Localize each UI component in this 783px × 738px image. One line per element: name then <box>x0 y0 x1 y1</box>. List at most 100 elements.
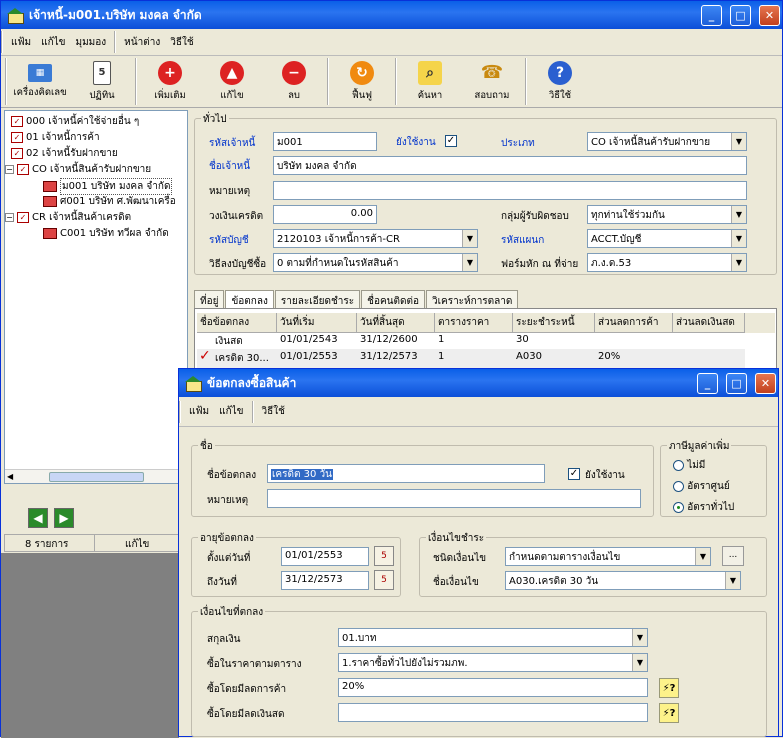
chevron-down-icon[interactable]: ▼ <box>731 133 746 150</box>
tree-item-02[interactable]: ✓ 02 เจ้าหนี้รับฝากขาย <box>11 146 118 161</box>
dialog-menu-file[interactable]: แฟ้ม <box>189 404 209 419</box>
col-trade-disc[interactable]: ส่วนลดการค้า <box>595 313 673 333</box>
tree-item-c001[interactable]: C001 บริษัท ทวีผล จำกัด <box>43 226 169 241</box>
inquiry-button[interactable]: ☎ สอบถาม <box>461 58 523 105</box>
lookup-icon[interactable]: ⚡? <box>659 703 679 723</box>
col-price-table[interactable]: ตารางราคา <box>435 313 513 333</box>
dialog-close-button[interactable]: ✕ <box>755 372 776 394</box>
chevron-down-icon[interactable]: ▼ <box>731 206 746 223</box>
cash-disc-field[interactable] <box>338 703 648 722</box>
currency-select[interactable]: 01.บาท ▼ <box>338 628 648 647</box>
chevron-down-icon[interactable]: ▼ <box>462 230 477 247</box>
tree-item-01[interactable]: ✓ 01 เจ้าหนี้การค้า <box>11 130 100 145</box>
close-button[interactable]: ✕ <box>759 4 780 26</box>
nav-forward-button[interactable]: ▶ <box>54 508 74 528</box>
minimize-button[interactable]: _ <box>701 4 722 26</box>
price-label: ซื้อในราคาตามตาราง <box>207 659 302 670</box>
col-end[interactable]: วันที่สิ้นสุด <box>357 313 435 333</box>
tree-hscrollbar[interactable]: ◀ ▶ <box>5 469 187 483</box>
type-select[interactable]: CO เจ้าหนี้สินค้ารับฝากขาย ▼ <box>587 132 747 151</box>
cond-name-label: ชื่อเงื่อนไข <box>433 577 479 588</box>
collapse-icon[interactable]: − <box>5 165 14 174</box>
account-select[interactable]: 2120103 เจ้าหนี้การค้า-CR ▼ <box>273 229 478 248</box>
dialog-note-field[interactable] <box>267 489 641 508</box>
vat-zero-option[interactable]: อัตราศูนย์ <box>673 479 730 494</box>
creditor-tree: ✓ 000 เจ้าหนี้ค่าใช้จ่ายอื่น ๆ ✓ 01 เจ้าหน… <box>4 110 188 484</box>
tree-item-m001[interactable]: ม001 บริษัท มงคล จำกัด <box>43 178 173 195</box>
status-bar: 8 รายการ แก้ไข <box>4 534 188 552</box>
wht-select[interactable]: ภ.ง.ด.53 ▼ <box>587 253 747 272</box>
resp-group-select[interactable]: ทุกท่านใช้ร่วมกัน ▼ <box>587 205 747 224</box>
to-calendar-icon[interactable]: 5 <box>374 570 394 590</box>
agreement-dialog: ข้อตกลงซื้อสินค้า _ □ ✕ แฟ้ม แก้ไข วิธีใ… <box>178 368 779 737</box>
col-cash-disc[interactable]: ส่วนลดเงินสด <box>673 313 745 333</box>
tree-item-co[interactable]: − ✓ CO เจ้าหนี้สินค้ารับฝากขาย <box>5 162 151 177</box>
menu-file[interactable]: แฟ้ม <box>11 35 31 50</box>
note-field[interactable] <box>273 181 747 200</box>
agreement-field[interactable]: เครดิต 30 วัน <box>267 464 545 483</box>
dept-label: รหัสแผนก <box>501 235 545 246</box>
menu-edit[interactable]: แก้ไข <box>41 35 65 50</box>
vat-none-option[interactable]: ไม่มี <box>673 458 705 473</box>
chevron-down-icon[interactable]: ▼ <box>632 654 647 671</box>
refresh-button[interactable]: ↻ ฟื้นฟู <box>331 58 393 105</box>
cond-name-select[interactable]: A030.เครดิต 30 วัน ▼ <box>505 571 741 590</box>
dialog-note-label: หมายเหตุ <box>207 495 249 506</box>
col-term[interactable]: ระยะชำระหนี้ <box>513 313 595 333</box>
from-date-field[interactable]: 01/01/2553 <box>281 547 369 566</box>
to-label: ถึงวันที่ <box>207 577 237 588</box>
menu-view[interactable]: มุมมอง <box>76 35 107 50</box>
dept-select[interactable]: ACCT.บัญชี ▼ <box>587 229 747 248</box>
search-button[interactable]: ⌕ ค้นหา <box>399 58 461 105</box>
dialog-menu-edit[interactable]: แก้ไข <box>219 404 243 419</box>
tree-item-s001[interactable]: ศ001 บริษัท ศ.พัฒนาเครื่อ <box>43 194 176 209</box>
active-checkbox[interactable]: ✓ <box>445 135 457 147</box>
chevron-down-icon[interactable]: ▼ <box>462 254 477 271</box>
credit-field[interactable]: 0.00 <box>273 205 377 224</box>
scroll-left-icon[interactable]: ◀ <box>7 472 13 481</box>
col-name[interactable]: ชื่อข้อตกลง <box>197 313 277 333</box>
chevron-down-icon[interactable]: ▼ <box>731 230 746 247</box>
phone-icon: ☎ <box>480 62 504 83</box>
radio-icon <box>673 459 684 471</box>
menu-help[interactable]: วิธีใช้ <box>170 35 193 50</box>
col-start[interactable]: วันที่เริ่ม <box>277 313 357 333</box>
cond-browse-button[interactable]: ... <box>722 546 744 566</box>
delete-button[interactable]: − ลบ <box>263 58 325 105</box>
to-date-field[interactable]: 31/12/2573 <box>281 571 369 590</box>
cond-type-select[interactable]: กำหนดตามตารางเงื่อนไข ▼ <box>505 547 711 566</box>
table-row[interactable]: ✓ เครดิต 30... 01/01/2553 31/12/2573 1 A… <box>197 348 745 368</box>
dialog-minimize-button[interactable]: _ <box>697 372 718 394</box>
dialog-maximize-button[interactable]: □ <box>726 372 747 394</box>
menu-window[interactable]: หน้าต่าง <box>124 35 160 50</box>
from-calendar-icon[interactable]: 5 <box>374 546 394 566</box>
dialog-menubar: แฟ้ม แก้ไข วิธีใช้ <box>179 397 778 427</box>
maximize-button[interactable]: □ <box>730 4 751 26</box>
scroll-thumb[interactable] <box>48 471 144 482</box>
chevron-down-icon[interactable]: ▼ <box>632 629 647 646</box>
chevron-down-icon[interactable]: ▼ <box>731 254 746 271</box>
dialog-active-checkbox[interactable]: ✓ <box>568 468 580 480</box>
name-field[interactable]: บริษัท มงคล จำกัด <box>273 156 747 175</box>
price-select[interactable]: 1.ราคาซื้อทั่วไปยังไม่รวมภพ. ▼ <box>338 653 648 672</box>
acctmethod-select[interactable]: 0 ตามที่กำหนดในรหัสสินค้า ▼ <box>273 253 478 272</box>
nav-back-button[interactable]: ◀ <box>28 508 48 528</box>
add-button[interactable]: + เพิ่มเติม <box>139 58 201 105</box>
edit-button[interactable]: ▲ แก้ไข <box>201 58 263 105</box>
calculator-button[interactable]: ▦ เครื่องคิดเลข <box>9 58 71 105</box>
trade-disc-field[interactable]: 20% <box>338 678 648 697</box>
chevron-down-icon[interactable]: ▼ <box>725 572 740 589</box>
vat-normal-option[interactable]: อัตราทั่วไป <box>673 500 734 515</box>
calendar-button[interactable]: 5 ปฏิทิน <box>71 58 133 105</box>
tree-item-cr[interactable]: − ✓ CR เจ้าหนี้สินค้าเครดิต <box>5 210 131 225</box>
trade-disc-label: ซื้อโดยมีลดการค้า <box>207 684 287 695</box>
grid-header: ชื่อข้อตกลง วันที่เริ่ม วันที่สิ้นสุด ตา… <box>197 313 775 333</box>
code-field[interactable]: ม001 <box>273 132 377 151</box>
collapse-icon[interactable]: − <box>5 213 14 222</box>
dialog-menu-help[interactable]: วิธีใช้ <box>262 404 285 419</box>
tree-item-000[interactable]: ✓ 000 เจ้าหนี้ค่าใช้จ่ายอื่น ๆ <box>11 114 139 129</box>
chevron-down-icon[interactable]: ▼ <box>695 548 710 565</box>
dialog-active-label: ยังใช้งาน <box>585 470 625 481</box>
lookup-icon[interactable]: ⚡? <box>659 678 679 698</box>
help-button[interactable]: ? วิธีใช้ <box>529 58 591 105</box>
